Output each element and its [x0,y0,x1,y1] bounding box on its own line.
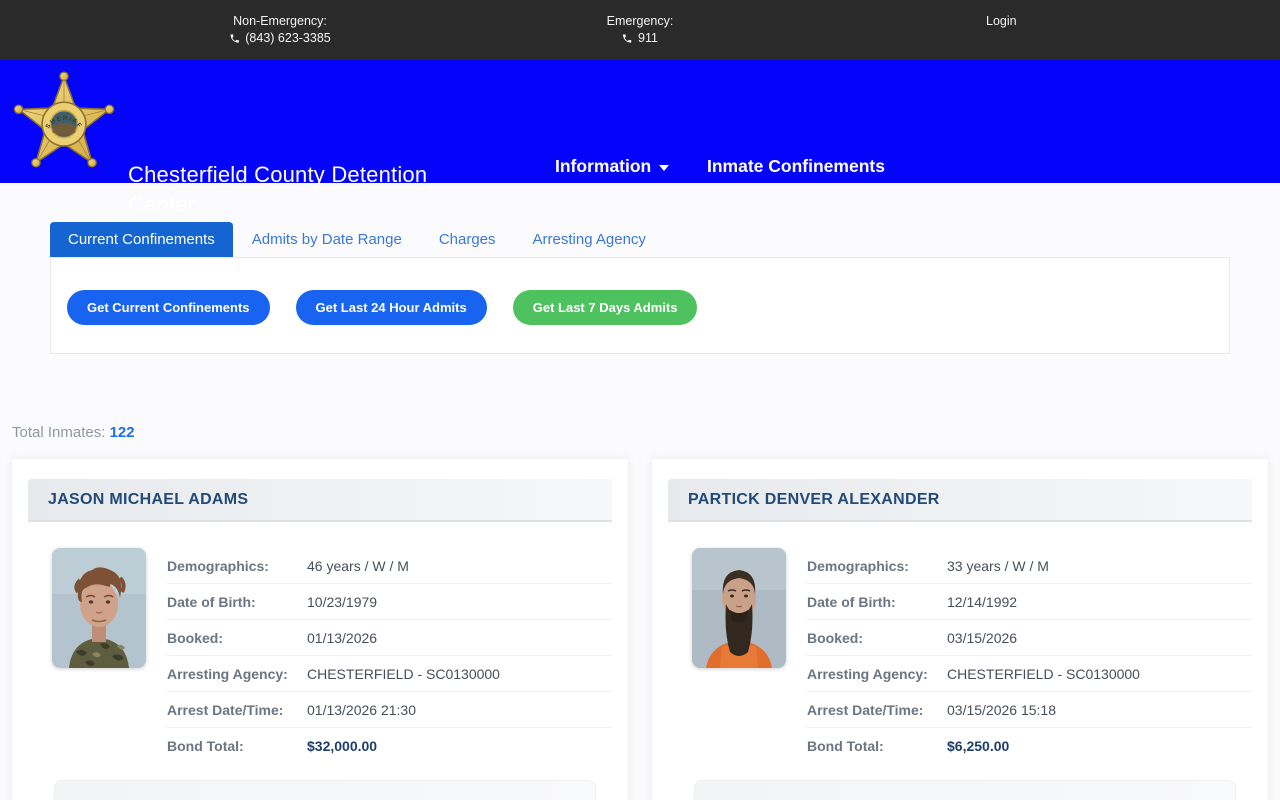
detail-value: 12/14/1992 [947,593,1018,610]
detail-row: Arresting Agency: CHESTERFIELD - SC013000… [167,656,612,692]
non-emergency-label: Non-Emergency: [233,14,327,28]
card-subsection-header [694,780,1236,800]
nav-inmate-confinements[interactable]: Inmate Confinements [707,156,885,177]
phone-icon [230,33,239,43]
detail-label: Arrest Date/Time: [167,701,284,718]
chevron-down-icon [659,165,670,171]
detail-value: CHESTERFIELD - SC0130000 [307,665,500,682]
card-subsection-header [54,780,596,800]
detail-label: Booked: [167,629,223,646]
detail-row: Arresting Agency: CHESTERFIELD - SC013000… [807,656,1252,692]
inmate-details: Demographics: 46 years / W / M Date of Bi… [167,548,612,764]
sheriff-star-logo[interactable]: SHERIFF [12,68,116,176]
site-masthead: SHERIFF Chesterfield County Detention Ce… [0,60,1280,217]
bond-total-value: $32,000.00 [307,738,378,754]
total-inmates-label: Total Inmates: [12,424,106,441]
inmate-card-header: JASON MICHAEL ADAMS [28,479,612,522]
actions-panel: Get Current Confinements Get Last 24 Hou… [50,257,1230,354]
detail-label: Bond Total: [807,738,884,754]
detail-row: Date of Birth: 10/23/1979 [167,584,612,620]
phone-icon [623,33,632,43]
tab-bar: Current Confinements Admits by Date Rang… [50,222,1230,257]
mugshot-photo [52,548,146,668]
detail-row: Arrest Date/Time: 01/13/2026 21:30 [167,692,612,728]
detail-label: Date of Birth: [807,593,896,610]
detail-label: Demographics: [167,557,269,574]
detail-label: Arrest Date/Time: [807,701,924,718]
detail-label: Booked: [807,629,863,646]
total-inmates-value: 122 [109,424,135,441]
total-inmates-line: Total Inmates: 122 [12,424,1280,441]
detail-row: Bond Total: $32,000.00 [167,728,612,764]
detail-value: 01/13/2026 [307,629,378,646]
detail-label: Arresting Agency: [167,665,288,682]
detail-label: Bond Total: [167,738,244,754]
detail-row: Demographics: 33 years / W / M [807,548,1252,584]
detail-value: 03/15/2026 [947,629,1018,646]
nav-inmate-confinements-label: Inmate Confinements [707,156,885,176]
get-current-confinements-button[interactable]: Get Current Confinements [67,290,270,325]
detail-value: 46 years / W / M [307,557,409,574]
detail-label: Demographics: [807,557,909,574]
detail-row: Booked: 01/13/2026 [167,620,612,656]
emergency-contact[interactable]: Emergency: 911 [607,13,674,46]
top-utility-bar: Non-Emergency: (843) 623-3385 Emergency:… [0,0,1280,60]
detail-row: Arrest Date/Time: 03/15/2026 15:18 [807,692,1252,728]
inmate-card-list: JASON MICHAEL ADAMS Demographics: 46 yea… [0,459,1280,800]
detail-label: Arresting Agency: [807,665,928,682]
inmate-name: PARTICK DENVER ALEXANDER [688,490,940,508]
non-emergency-contact[interactable]: Non-Emergency: (843) 623-3385 [229,13,331,46]
inmate-card-header: PARTICK DENVER ALEXANDER [668,479,1252,522]
tab-admits-by-date-range[interactable]: Admits by Date Range [234,222,420,257]
detail-value: 03/15/2026 15:18 [947,701,1056,718]
inmate-name: JASON MICHAEL ADAMS [48,490,249,508]
get-last-7-days-admits-button[interactable]: Get Last 7 Days Admits [512,290,698,325]
tab-current-confinements[interactable]: Current Confinements [50,222,233,257]
inmate-card: PARTICK DENVER ALEXANDER Demographics: 3… [652,459,1268,800]
detail-value: 10/23/1979 [307,593,378,610]
detail-row: Booked: 03/15/2026 [807,620,1252,656]
tab-charges[interactable]: Charges [421,222,514,257]
detail-value: CHESTERFIELD - SC0130000 [947,665,1140,682]
nav-information-dropdown[interactable]: Information [555,156,670,177]
non-emergency-number: (843) 623-3385 [245,31,331,45]
detail-row: Date of Birth: 12/14/1992 [807,584,1252,620]
get-last-24-hour-admits-button[interactable]: Get Last 24 Hour Admits [295,290,487,325]
mugshot-photo [692,548,786,668]
inmate-card: JASON MICHAEL ADAMS Demographics: 46 yea… [12,459,628,800]
site-title[interactable]: Chesterfield County Detention Center [128,160,473,220]
emergency-label: Emergency: [606,14,674,28]
detail-row: Bond Total: $6,250.00 [807,728,1252,764]
detail-row: Demographics: 46 years / W / M [167,548,612,584]
emergency-number: 911 [638,31,658,45]
inmate-details: Demographics: 33 years / W / M Date of Bi… [807,548,1252,764]
bond-total-value: $6,250.00 [947,738,1010,754]
detail-label: Date of Birth: [167,593,256,610]
tab-arresting-agency[interactable]: Arresting Agency [515,222,664,257]
detail-value: 33 years / W / M [947,557,1049,574]
login-link[interactable]: Login [986,14,1017,28]
nav-information-label: Information [555,156,652,176]
detail-value: 01/13/2026 21:30 [307,701,416,718]
